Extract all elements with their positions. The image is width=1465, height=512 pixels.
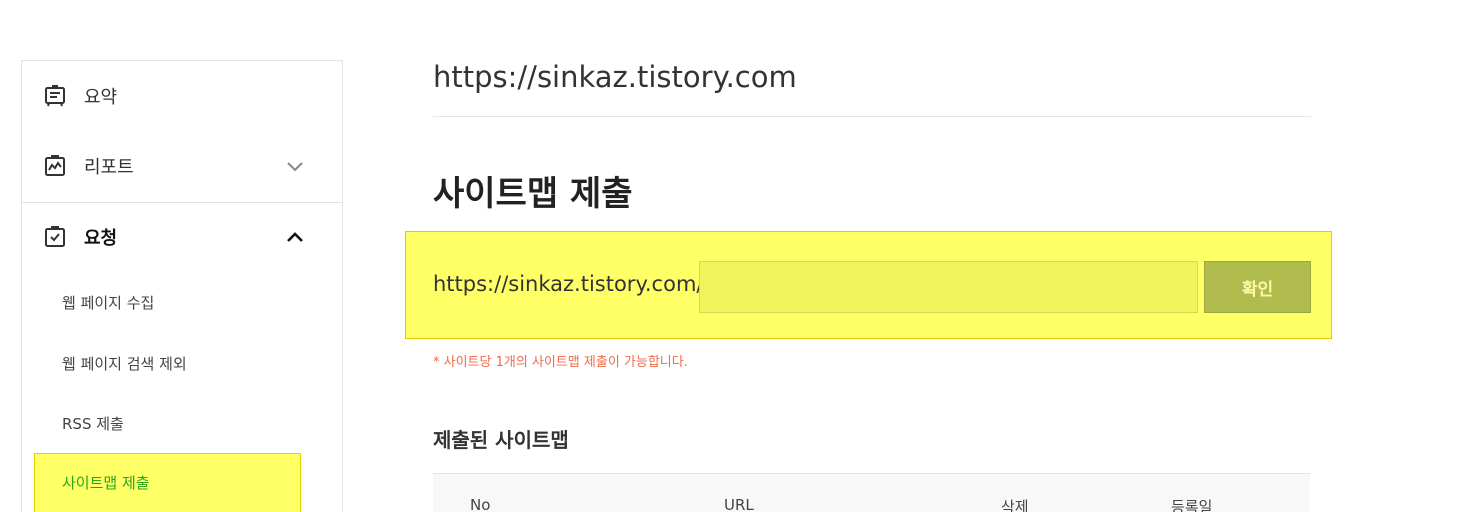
header-divider	[433, 116, 1311, 117]
site-url-heading: https://sinkaz.tistory.com	[433, 60, 797, 94]
sidebar: 요약 리포트 요청 웹 페이지 수집 웹 페이지 검색 제외 RSS 제출 사이…	[21, 60, 343, 512]
column-header-delete: 삭제	[1001, 498, 1029, 512]
clipboard-check-icon	[45, 226, 65, 247]
sitemap-url-input[interactable]	[699, 261, 1198, 313]
sub-item-web-page-exclude[interactable]: 웹 페이지 검색 제외	[62, 353, 187, 374]
sidebar-item-label: 요청	[84, 228, 118, 249]
sidebar-item-label: 리포트	[84, 157, 134, 178]
submit-note: * 사이트당 1개의 사이트맵 제출이 가능합니다.	[433, 355, 688, 370]
confirm-button[interactable]: 확인	[1204, 261, 1311, 313]
chevron-up-icon[interactable]	[285, 227, 305, 247]
sub-item-web-page-collect[interactable]: 웹 페이지 수집	[62, 292, 154, 313]
chevron-down-icon[interactable]	[285, 156, 305, 176]
sitemap-submit-form: https://sinkaz.tistory.com/ 확인	[405, 231, 1332, 339]
sidebar-item-summary[interactable]: 요약	[22, 61, 342, 131]
page-title: 사이트맵 제출	[433, 174, 633, 214]
sitemap-table-header: No URL 삭제 등록일	[433, 473, 1310, 512]
report-chart-icon	[45, 155, 65, 176]
column-header-url: URL	[724, 496, 754, 512]
column-header-date: 등록일	[1171, 498, 1213, 512]
submitted-sitemaps-title: 제출된 사이트맵	[433, 428, 569, 452]
sidebar-item-request[interactable]: 요청	[22, 202, 342, 272]
url-prefix-label: https://sinkaz.tistory.com/	[433, 272, 704, 296]
sub-item-sitemap-submit[interactable]: 사이트맵 제출	[34, 453, 301, 512]
summary-board-icon	[45, 85, 65, 107]
sidebar-item-label: 요약	[84, 87, 118, 108]
sidebar-item-report[interactable]: 리포트	[22, 131, 342, 201]
sub-item-rss-submit[interactable]: RSS 제출	[62, 413, 124, 434]
sub-item-label: 사이트맵 제출	[62, 474, 150, 492]
column-header-no: No	[470, 496, 491, 512]
